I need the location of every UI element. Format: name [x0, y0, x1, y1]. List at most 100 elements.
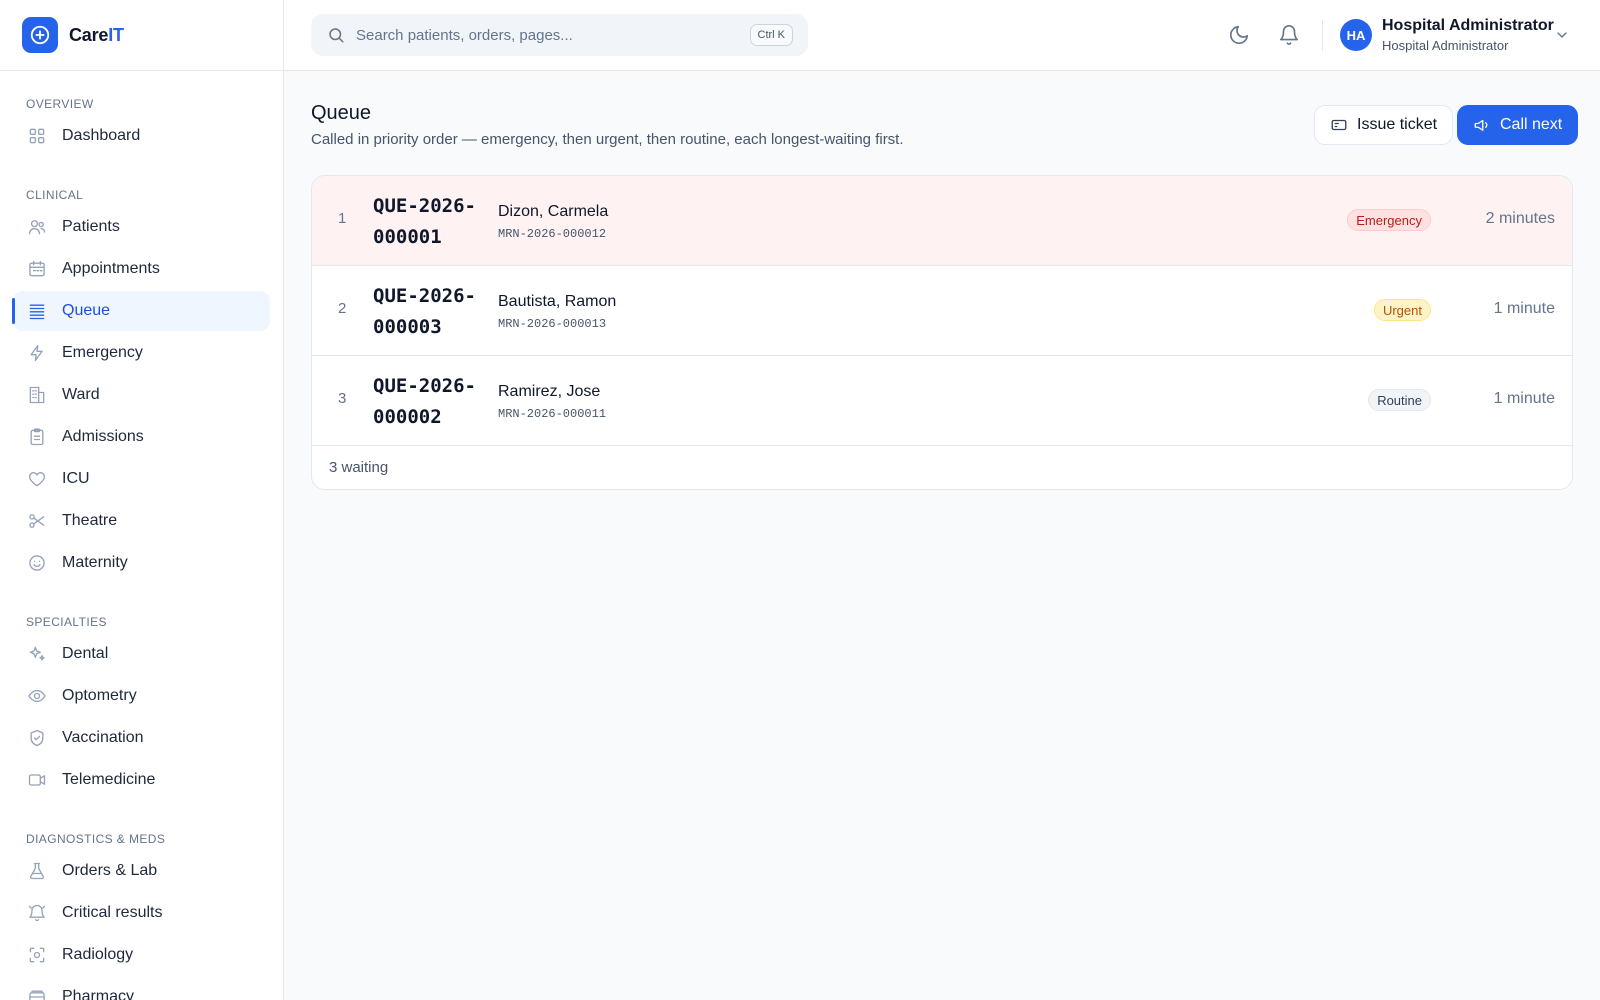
heart-icon	[27, 469, 47, 489]
clipboard-icon	[27, 427, 47, 447]
queue-card: 1 QUE-2026-000001 Dizon, Carmela MRN-202…	[311, 175, 1573, 490]
sidebar-item-label: Theatre	[62, 512, 118, 529]
patient-name: Bautista, Ramon	[498, 293, 617, 310]
sidebar-item-label: Queue	[62, 302, 111, 319]
pill-box-icon	[27, 987, 47, 1000]
list-icon	[27, 301, 47, 321]
sidebar-item-appointments[interactable]: Appointments	[13, 249, 270, 289]
ticket-number: QUE-2026-000001	[373, 195, 476, 248]
user-name[interactable]: Hospital Administrator	[1382, 17, 1554, 35]
search-box[interactable]: Ctrl K	[311, 14, 808, 56]
sidebar-item-telemedicine[interactable]: Telemedicine	[13, 760, 270, 800]
sidebar-item-critical-results[interactable]: Critical results	[13, 893, 270, 933]
sidebar-item-ward[interactable]: Ward	[13, 375, 270, 415]
scan-icon	[27, 945, 47, 965]
sidebar-item-label: Appointments	[62, 260, 160, 277]
priority-badge: Routine	[1368, 389, 1431, 411]
patient-name: Ramirez, Jose	[498, 383, 601, 400]
priority-badge: Emergency	[1347, 209, 1431, 231]
moon-icon[interactable]	[1228, 24, 1250, 46]
sidebar-item-emergency[interactable]: Emergency	[13, 333, 270, 373]
bell-alert-icon	[27, 903, 47, 923]
sidebar-item-patients[interactable]: Patients	[13, 207, 270, 247]
sidebar-item-label: Patients	[62, 218, 120, 235]
queue-row[interactable]: 1 QUE-2026-000001 Dizon, Carmela MRN-202…	[312, 176, 1572, 266]
patient-name: Dizon, Carmela	[498, 203, 609, 220]
sidebar-item-label: Pharmacy	[62, 988, 135, 1000]
sidebar-item-label: Maternity	[62, 554, 128, 571]
sidebar-item-label: Optometry	[62, 687, 137, 704]
chevron-down-icon[interactable]	[1554, 27, 1570, 43]
brand[interactable]: CareIT	[0, 0, 283, 71]
shield-check-icon	[27, 728, 47, 748]
sidebar-item-theatre[interactable]: Theatre	[13, 501, 270, 541]
ticket-number: QUE-2026-000002	[373, 375, 476, 428]
bell-icon[interactable]	[1278, 24, 1300, 46]
users-icon	[27, 217, 47, 237]
waiting-time: 1 minute	[1493, 390, 1555, 407]
sidebar-item-orders-and-lab[interactable]: Orders & Lab	[13, 851, 270, 891]
queue-position: 1	[338, 210, 347, 227]
sidebar-item-label: Ward	[62, 386, 100, 403]
dashboard-icon	[27, 126, 47, 146]
sidebar-item-queue[interactable]: Queue	[12, 291, 270, 331]
sidebar-item-icu[interactable]: ICU	[13, 459, 270, 499]
ticket-icon	[1330, 116, 1348, 134]
main-content: Queue Called in priority order — emergen…	[284, 71, 1600, 1000]
sidebar: CareIT OVERVIEW Dashboard CLINICAL Patients…	[0, 0, 284, 1000]
sidebar-item-label: Critical results	[62, 904, 163, 921]
smile-icon	[27, 553, 47, 573]
ticket-number: QUE-2026-000003	[373, 285, 476, 338]
nav-section-title: CLINICAL	[26, 188, 84, 202]
sidebar-item-label: ICU	[62, 470, 90, 487]
sidebar-item-label: Orders & Lab	[62, 862, 158, 879]
sidebar-item-dashboard[interactable]: Dashboard	[13, 116, 270, 156]
waiting-count: 3 waiting	[329, 459, 389, 476]
calendar-icon	[27, 259, 47, 279]
search-input[interactable]	[356, 26, 736, 44]
sidebar-item-radiology[interactable]: Radiology	[13, 935, 270, 975]
sidebar-item-pharmacy[interactable]: Pharmacy	[13, 977, 270, 1000]
page-subtitle: Called in priority order — emergency, th…	[311, 131, 904, 148]
scissors-icon	[27, 511, 47, 531]
avatar[interactable]: HA	[1340, 19, 1372, 51]
call-next-label: Call next	[1500, 116, 1563, 133]
video-icon	[27, 770, 47, 790]
nav-section-title: SPECIALTIES	[26, 615, 107, 629]
issue-ticket-label: Issue ticket	[1357, 116, 1438, 133]
eye-icon	[27, 686, 47, 706]
nav-section-title: OVERVIEW	[26, 97, 94, 111]
search-icon	[327, 26, 345, 44]
issue-ticket-button[interactable]: Issue ticket	[1314, 105, 1454, 145]
sidebar-item-optometry[interactable]: Optometry	[13, 676, 270, 716]
page-title: Queue	[311, 102, 372, 124]
queue-row[interactable]: 2 QUE-2026-000003 Bautista, Ramon MRN-20…	[312, 266, 1572, 356]
patient-mrn: MRN-2026-000013	[498, 317, 607, 331]
queue-position: 2	[338, 300, 347, 317]
waiting-time: 2 minutes	[1485, 210, 1555, 227]
sidebar-item-label: Radiology	[62, 946, 134, 963]
user-role: Hospital Administrator	[1382, 38, 1509, 53]
megaphone-icon	[1473, 116, 1491, 134]
bolt-icon	[27, 343, 47, 363]
flask-icon	[27, 861, 47, 881]
sparkles-icon	[27, 644, 47, 664]
sidebar-item-dental[interactable]: Dental	[13, 634, 270, 674]
call-next-button[interactable]: Call next	[1457, 105, 1579, 145]
patient-mrn: MRN-2026-000012	[498, 227, 607, 241]
search-shortcut-badge: Ctrl K	[749, 24, 793, 46]
brand-name: CareIT	[69, 24, 124, 45]
sidebar-item-label: Admissions	[62, 428, 144, 445]
sidebar-item-label: Emergency	[62, 344, 143, 361]
building-icon	[27, 385, 47, 405]
sidebar-item-vaccination[interactable]: Vaccination	[13, 718, 270, 758]
sidebar-item-label: Vaccination	[62, 729, 144, 746]
sidebar-item-admissions[interactable]: Admissions	[13, 417, 270, 457]
sidebar-item-label: Dental	[62, 645, 109, 662]
priority-badge: Urgent	[1373, 299, 1431, 321]
sidebar-item-label: Dashboard	[62, 127, 141, 144]
topbar: Ctrl K HA Hospital Administrator Hospita…	[284, 0, 1600, 71]
nav-section-title: DIAGNOSTICS & MEDS	[26, 832, 166, 846]
sidebar-item-maternity[interactable]: Maternity	[13, 543, 270, 583]
queue-row[interactable]: 3 QUE-2026-000002 Ramirez, Jose MRN-2026…	[312, 356, 1572, 446]
